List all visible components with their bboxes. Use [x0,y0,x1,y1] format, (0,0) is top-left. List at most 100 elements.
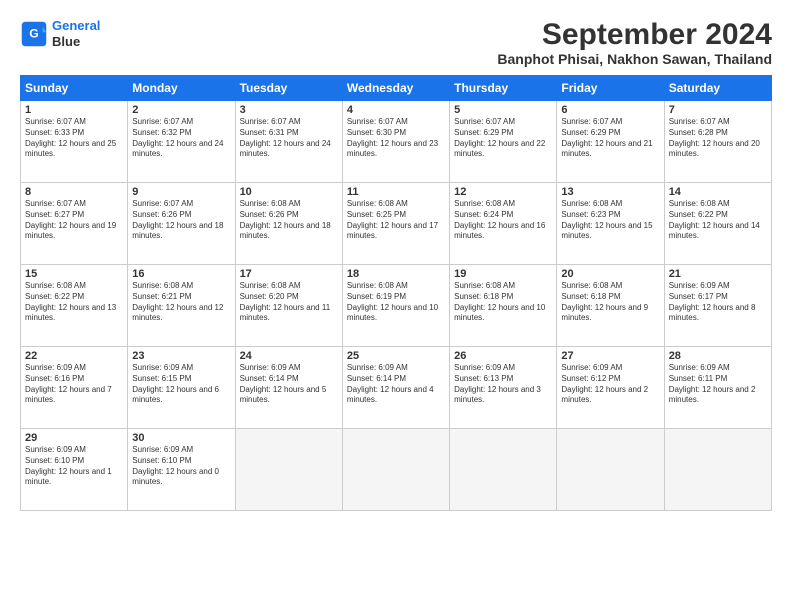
logo-line2: Blue [52,34,100,50]
day-info: Sunrise: 6:07 AMSunset: 6:30 PMDaylight:… [347,117,445,160]
day-number: 11 [347,186,445,198]
day-info: Sunrise: 6:09 AMSunset: 6:15 PMDaylight:… [132,363,230,406]
svg-text:G: G [29,26,39,40]
day-number: 28 [669,350,767,362]
day-number: 21 [669,268,767,280]
header-row: Sunday Monday Tuesday Wednesday Thursday… [21,76,772,101]
table-cell: 6 Sunrise: 6:07 AMSunset: 6:29 PMDayligh… [557,101,664,183]
table-cell: 17 Sunrise: 6:08 AMSunset: 6:20 PMDaylig… [235,265,342,347]
day-info: Sunrise: 6:08 AMSunset: 6:21 PMDaylight:… [132,281,230,324]
day-info: Sunrise: 6:07 AMSunset: 6:33 PMDaylight:… [25,117,123,160]
day-info: Sunrise: 6:08 AMSunset: 6:24 PMDaylight:… [454,199,552,242]
day-info: Sunrise: 6:07 AMSunset: 6:32 PMDaylight:… [132,117,230,160]
day-number: 5 [454,104,552,116]
col-saturday: Saturday [664,76,771,101]
table-cell: 26 Sunrise: 6:09 AMSunset: 6:13 PMDaylig… [450,347,557,429]
table-cell: 4 Sunrise: 6:07 AMSunset: 6:30 PMDayligh… [342,101,449,183]
table-cell: 7 Sunrise: 6:07 AMSunset: 6:28 PMDayligh… [664,101,771,183]
day-info: Sunrise: 6:08 AMSunset: 6:22 PMDaylight:… [25,281,123,324]
table-cell: 24 Sunrise: 6:09 AMSunset: 6:14 PMDaylig… [235,347,342,429]
day-info: Sunrise: 6:07 AMSunset: 6:27 PMDaylight:… [25,199,123,242]
table-cell: 13 Sunrise: 6:08 AMSunset: 6:23 PMDaylig… [557,183,664,265]
col-friday: Friday [557,76,664,101]
table-cell: 25 Sunrise: 6:09 AMSunset: 6:14 PMDaylig… [342,347,449,429]
day-number: 22 [25,350,123,362]
day-number: 29 [25,432,123,444]
day-info: Sunrise: 6:07 AMSunset: 6:28 PMDaylight:… [669,117,767,160]
logo: G General Blue [20,18,100,49]
calendar-page: G General Blue September 2024 Banphot Ph… [0,0,792,612]
day-number: 3 [240,104,338,116]
header: G General Blue September 2024 Banphot Ph… [20,18,772,67]
table-row: 29 Sunrise: 6:09 AMSunset: 6:10 PMDaylig… [21,429,772,511]
day-info: Sunrise: 6:07 AMSunset: 6:31 PMDaylight:… [240,117,338,160]
day-number: 12 [454,186,552,198]
calendar-table: Sunday Monday Tuesday Wednesday Thursday… [20,75,772,511]
col-monday: Monday [128,76,235,101]
table-cell [557,429,664,511]
day-number: 17 [240,268,338,280]
logo-icon: G [20,20,48,48]
day-info: Sunrise: 6:07 AMSunset: 6:29 PMDaylight:… [454,117,552,160]
day-info: Sunrise: 6:07 AMSunset: 6:29 PMDaylight:… [561,117,659,160]
day-number: 2 [132,104,230,116]
table-row: 15 Sunrise: 6:08 AMSunset: 6:22 PMDaylig… [21,265,772,347]
day-info: Sunrise: 6:08 AMSunset: 6:19 PMDaylight:… [347,281,445,324]
table-row: 22 Sunrise: 6:09 AMSunset: 6:16 PMDaylig… [21,347,772,429]
table-cell: 20 Sunrise: 6:08 AMSunset: 6:18 PMDaylig… [557,265,664,347]
day-info: Sunrise: 6:08 AMSunset: 6:26 PMDaylight:… [240,199,338,242]
day-info: Sunrise: 6:09 AMSunset: 6:14 PMDaylight:… [240,363,338,406]
table-row: 8 Sunrise: 6:07 AMSunset: 6:27 PMDayligh… [21,183,772,265]
day-info: Sunrise: 6:08 AMSunset: 6:23 PMDaylight:… [561,199,659,242]
day-info: Sunrise: 6:08 AMSunset: 6:22 PMDaylight:… [669,199,767,242]
day-info: Sunrise: 6:09 AMSunset: 6:10 PMDaylight:… [132,445,230,488]
day-number: 20 [561,268,659,280]
day-number: 7 [669,104,767,116]
day-number: 16 [132,268,230,280]
day-info: Sunrise: 6:09 AMSunset: 6:11 PMDaylight:… [669,363,767,406]
table-cell [342,429,449,511]
day-number: 18 [347,268,445,280]
col-wednesday: Wednesday [342,76,449,101]
day-number: 26 [454,350,552,362]
table-cell: 15 Sunrise: 6:08 AMSunset: 6:22 PMDaylig… [21,265,128,347]
table-cell: 8 Sunrise: 6:07 AMSunset: 6:27 PMDayligh… [21,183,128,265]
table-cell: 21 Sunrise: 6:09 AMSunset: 6:17 PMDaylig… [664,265,771,347]
day-number: 27 [561,350,659,362]
day-number: 1 [25,104,123,116]
day-info: Sunrise: 6:09 AMSunset: 6:16 PMDaylight:… [25,363,123,406]
day-number: 30 [132,432,230,444]
day-number: 14 [669,186,767,198]
table-cell: 30 Sunrise: 6:09 AMSunset: 6:10 PMDaylig… [128,429,235,511]
day-number: 10 [240,186,338,198]
col-sunday: Sunday [21,76,128,101]
day-info: Sunrise: 6:09 AMSunset: 6:12 PMDaylight:… [561,363,659,406]
table-cell: 19 Sunrise: 6:08 AMSunset: 6:18 PMDaylig… [450,265,557,347]
day-number: 4 [347,104,445,116]
table-cell: 23 Sunrise: 6:09 AMSunset: 6:15 PMDaylig… [128,347,235,429]
logo-line1: General [52,18,100,33]
table-cell: 9 Sunrise: 6:07 AMSunset: 6:26 PMDayligh… [128,183,235,265]
table-cell [664,429,771,511]
day-number: 15 [25,268,123,280]
day-info: Sunrise: 6:09 AMSunset: 6:13 PMDaylight:… [454,363,552,406]
day-info: Sunrise: 6:09 AMSunset: 6:10 PMDaylight:… [25,445,123,488]
day-info: Sunrise: 6:08 AMSunset: 6:18 PMDaylight:… [561,281,659,324]
table-cell: 12 Sunrise: 6:08 AMSunset: 6:24 PMDaylig… [450,183,557,265]
logo-text: General Blue [52,18,100,49]
day-info: Sunrise: 6:09 AMSunset: 6:17 PMDaylight:… [669,281,767,324]
table-cell: 5 Sunrise: 6:07 AMSunset: 6:29 PMDayligh… [450,101,557,183]
table-cell: 11 Sunrise: 6:08 AMSunset: 6:25 PMDaylig… [342,183,449,265]
col-thursday: Thursday [450,76,557,101]
day-number: 13 [561,186,659,198]
table-cell [450,429,557,511]
month-title: September 2024 [497,18,772,51]
table-cell: 14 Sunrise: 6:08 AMSunset: 6:22 PMDaylig… [664,183,771,265]
table-cell: 29 Sunrise: 6:09 AMSunset: 6:10 PMDaylig… [21,429,128,511]
table-cell: 3 Sunrise: 6:07 AMSunset: 6:31 PMDayligh… [235,101,342,183]
table-cell: 1 Sunrise: 6:07 AMSunset: 6:33 PMDayligh… [21,101,128,183]
title-section: September 2024 Banphot Phisai, Nakhon Sa… [497,18,772,67]
table-cell: 22 Sunrise: 6:09 AMSunset: 6:16 PMDaylig… [21,347,128,429]
table-cell [235,429,342,511]
day-number: 6 [561,104,659,116]
